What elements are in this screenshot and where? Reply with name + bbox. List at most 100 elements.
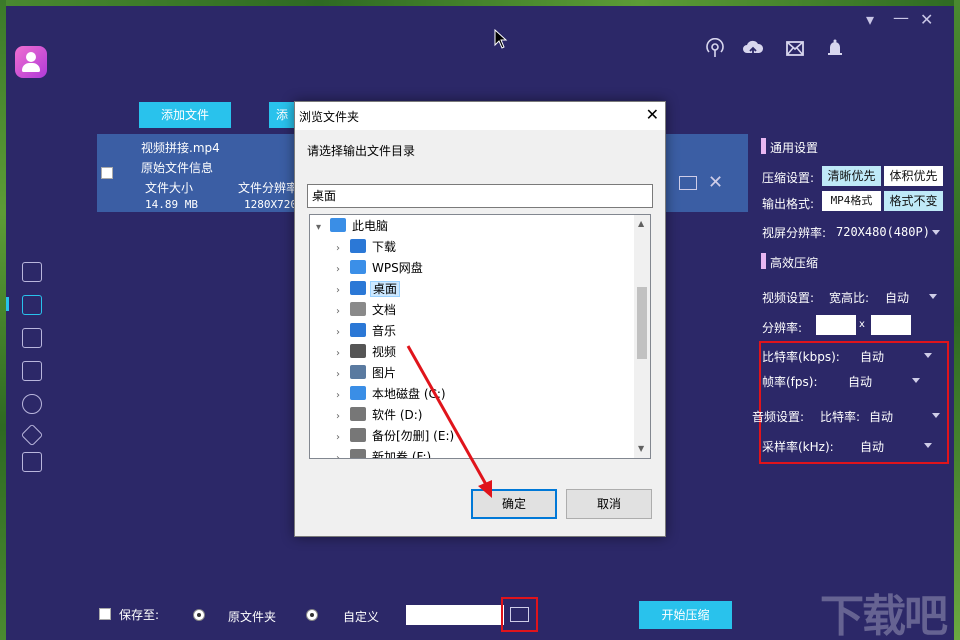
advanced-settings-marker bbox=[761, 253, 766, 269]
original-folder-label: 原文件夹 bbox=[228, 610, 277, 624]
bell-icon[interactable] bbox=[824, 38, 846, 60]
tree-item-label: 视频 bbox=[372, 345, 397, 359]
resolution-width-input[interactable] bbox=[816, 315, 856, 335]
close-icon[interactable]: ✕ bbox=[920, 10, 933, 29]
file-name: 视频拼接.mp4 bbox=[141, 141, 220, 155]
file-resolution-value: 1280X720 bbox=[244, 198, 297, 211]
sidebar-settings-icon[interactable] bbox=[22, 394, 42, 414]
file-size-label: 文件大小 bbox=[145, 181, 194, 195]
tree-item-label: 音乐 bbox=[372, 324, 397, 338]
video-settings-label: 视频设置: bbox=[762, 291, 815, 305]
mp4-format-option[interactable]: MP4格式 bbox=[822, 191, 881, 211]
chevron-down-icon[interactable] bbox=[924, 443, 932, 448]
tree-item-label: 桌面 bbox=[370, 281, 401, 297]
tree-item[interactable]: › WPS网盘 bbox=[336, 258, 425, 278]
clarity-first-option[interactable]: 清晰优先 bbox=[822, 166, 881, 186]
cancel-button[interactable]: 取消 bbox=[566, 489, 652, 519]
folder-path-field[interactable]: 桌面 bbox=[307, 184, 653, 208]
menu-dropdown-icon[interactable]: ▾ bbox=[866, 10, 874, 29]
scroll-up-icon[interactable]: ▲ bbox=[638, 219, 644, 228]
size-first-option[interactable]: 体积优先 bbox=[884, 166, 943, 186]
tree-item[interactable]: › 图片 bbox=[336, 363, 398, 383]
chevron-down-icon[interactable] bbox=[912, 378, 920, 383]
advanced-settings-title: 高效压缩 bbox=[770, 256, 819, 270]
chevron-right-icon[interactable]: › bbox=[336, 365, 350, 385]
chevron-right-icon[interactable]: › bbox=[336, 281, 350, 301]
file-size-value: 14.89 MB bbox=[145, 198, 198, 211]
original-folder-radio[interactable] bbox=[193, 609, 205, 621]
radar-icon[interactable] bbox=[704, 37, 726, 60]
audio-settings-label: 音频设置: bbox=[752, 410, 805, 424]
dialog-prompt: 请选择输出文件目录 bbox=[307, 144, 416, 158]
sidebar-pdf-compress-icon[interactable] bbox=[22, 361, 42, 381]
framerate-value[interactable]: 自动 bbox=[848, 373, 872, 390]
chevron-down-icon[interactable] bbox=[932, 230, 940, 235]
original-info-label: 原始文件信息 bbox=[141, 161, 214, 175]
file-resolution-label: 文件分辨率 bbox=[238, 181, 299, 195]
mouse-cursor-icon bbox=[494, 29, 508, 49]
file-row-checkbox[interactable] bbox=[101, 167, 113, 179]
chevron-right-icon[interactable]: › bbox=[336, 407, 350, 427]
samplerate-value[interactable]: 自动 bbox=[860, 438, 884, 455]
mail-icon[interactable] bbox=[784, 38, 806, 60]
screen-resolution-label: 视屏分辨率: bbox=[762, 226, 827, 240]
output-format-label: 输出格式: bbox=[762, 197, 815, 211]
sidebar-video-compress-icon[interactable] bbox=[22, 295, 42, 315]
tree-item[interactable]: › 桌面 bbox=[336, 279, 401, 301]
dialog-close-icon[interactable]: ✕ bbox=[646, 105, 659, 124]
audio-bitrate-value[interactable]: 自动 bbox=[869, 408, 893, 425]
chevron-down-icon[interactable]: ▾ bbox=[316, 218, 330, 238]
tree-item[interactable]: › 文档 bbox=[336, 300, 398, 320]
aspect-ratio-value[interactable]: 自动 bbox=[885, 289, 909, 306]
tree-item[interactable]: ▾ 此电脑 bbox=[316, 216, 390, 236]
remove-file-icon[interactable]: ✕ bbox=[708, 172, 723, 193]
scroll-down-icon[interactable]: ▼ bbox=[638, 444, 644, 453]
sidebar-image-compress-icon[interactable] bbox=[22, 328, 42, 348]
cloud-upload-icon[interactable] bbox=[742, 38, 764, 60]
add-file-button[interactable]: 添加文件 bbox=[139, 102, 231, 128]
aspect-ratio-label: 宽高比: bbox=[829, 291, 870, 305]
chevron-right-icon[interactable]: › bbox=[336, 386, 350, 406]
app-logo bbox=[15, 46, 47, 78]
tree-item-label: 下载 bbox=[372, 240, 397, 254]
chevron-right-icon[interactable]: › bbox=[336, 344, 350, 364]
chevron-right-icon[interactable]: › bbox=[336, 428, 350, 448]
dialog-titlebar: 浏览文件夹 ✕ bbox=[295, 102, 665, 130]
chevron-down-icon[interactable] bbox=[932, 413, 940, 418]
minimize-icon[interactable]: — bbox=[893, 8, 909, 27]
chevron-right-icon[interactable]: › bbox=[336, 323, 350, 343]
desktop-icon bbox=[350, 281, 366, 295]
open-folder-icon[interactable] bbox=[679, 176, 697, 190]
chevron-right-icon[interactable]: › bbox=[336, 302, 350, 322]
browse-folder-icon[interactable] bbox=[510, 607, 529, 622]
scroll-thumb[interactable] bbox=[637, 287, 647, 359]
tree-item-label: 文档 bbox=[372, 303, 397, 317]
start-compress-button[interactable]: 开始压缩 bbox=[639, 601, 732, 629]
chevron-right-icon[interactable]: › bbox=[336, 449, 350, 458]
chevron-down-icon[interactable] bbox=[924, 353, 932, 358]
keep-format-option[interactable]: 格式不变 bbox=[884, 191, 943, 211]
bitrate-value[interactable]: 自动 bbox=[860, 348, 884, 365]
tree-item[interactable]: › 视频 bbox=[336, 342, 398, 362]
dialog-title: 浏览文件夹 bbox=[299, 110, 360, 124]
resolution-height-input[interactable] bbox=[871, 315, 911, 335]
custom-path-input[interactable] bbox=[406, 605, 504, 625]
framerate-label: 帧率(fps): bbox=[762, 375, 818, 389]
drive-icon bbox=[350, 407, 366, 421]
add-folder-button[interactable]: 添 bbox=[269, 102, 295, 128]
save-to-checkbox[interactable] bbox=[99, 608, 111, 620]
sidebar-lab-icon[interactable] bbox=[22, 452, 42, 472]
chevron-right-icon[interactable]: › bbox=[336, 260, 350, 280]
tree-item[interactable]: › 下载 bbox=[336, 237, 398, 257]
tree-scrollbar[interactable]: ▲ ▼ bbox=[634, 215, 650, 458]
drive-c-icon bbox=[350, 386, 366, 400]
drive-icon bbox=[350, 449, 366, 458]
sidebar-audio-compress-icon[interactable] bbox=[22, 262, 42, 282]
computer-icon bbox=[330, 218, 346, 232]
chevron-right-icon[interactable]: › bbox=[336, 239, 350, 259]
custom-folder-label: 自定义 bbox=[343, 610, 380, 624]
chevron-down-icon[interactable] bbox=[929, 294, 937, 299]
screen-resolution-value[interactable]: 720X480(480P) bbox=[836, 225, 930, 239]
custom-folder-radio[interactable] bbox=[306, 609, 318, 621]
tree-item[interactable]: › 音乐 bbox=[336, 321, 398, 341]
